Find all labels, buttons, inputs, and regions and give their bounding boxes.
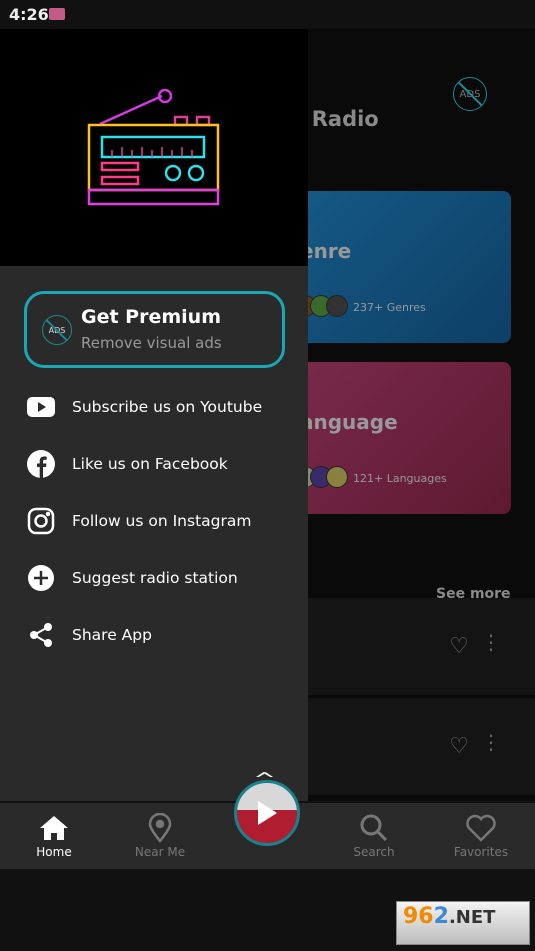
menu-item-label: Like us on Facebook [72, 455, 228, 473]
premium-title: Get Premium [81, 306, 221, 328]
home-icon [14, 811, 94, 845]
card-count: 237+ Genres [353, 301, 426, 314]
nav-label: Favorites [453, 845, 509, 859]
youtube-icon [26, 392, 56, 422]
menu-item-share-app[interactable]: Share App [26, 620, 152, 650]
location-pin-icon [120, 811, 200, 845]
nav-label: Search [353, 845, 395, 859]
nav-home[interactable]: Home [14, 811, 94, 859]
search-icon [334, 811, 414, 845]
neon-radio-logo [87, 88, 220, 206]
nav-favorites[interactable]: Favorites [441, 811, 521, 859]
more-vert-icon[interactable]: ⋮ [481, 732, 501, 752]
premium-subtitle: Remove visual ads [81, 334, 222, 352]
menu-item-youtube[interactable]: Subscribe us on Youtube [26, 392, 262, 422]
menu-item-label: Follow us on Instagram [72, 512, 252, 530]
menu-item-label: Share App [72, 626, 152, 644]
get-premium-button[interactable]: ADS Get Premium Remove visual ads [24, 291, 285, 368]
navigation-drawer: ADS Get Premium Remove visual ads Subscr… [0, 29, 308, 801]
instagram-icon [26, 506, 56, 536]
drawer-header [0, 29, 308, 266]
menu-item-instagram[interactable]: Follow us on Instagram [26, 506, 251, 536]
menu-item-facebook[interactable]: Like us on Facebook [26, 449, 228, 479]
share-icon [26, 620, 56, 650]
facebook-icon [26, 449, 56, 479]
card-count: 121+ Languages [353, 472, 447, 485]
play-icon [258, 801, 277, 825]
nav-label: Home [36, 845, 72, 859]
more-vert-icon[interactable]: ⋮ [481, 632, 501, 652]
ads-label: ADS [459, 88, 481, 100]
card-title: anguage [300, 410, 398, 434]
station-row[interactable]: ♡ ⋮ [290, 698, 535, 795]
nav-label: Near Me [134, 845, 186, 859]
station-row[interactable]: ♡ ⋮ [290, 598, 535, 695]
heart-icon[interactable]: ♡ [449, 734, 469, 759]
status-bar: 4:26 [0, 0, 535, 29]
remove-ads-icon[interactable]: ADS [453, 77, 487, 111]
heart-icon[interactable]: ♡ [449, 634, 469, 659]
radio-app-notification-icon [49, 8, 65, 20]
heart-icon [441, 811, 521, 845]
menu-item-label: Suggest radio station [72, 569, 238, 587]
nav-search[interactable]: Search [334, 811, 414, 859]
menu-item-suggest-station[interactable]: Suggest radio station [26, 563, 238, 593]
nav-near-me[interactable]: Near Me [120, 811, 200, 859]
ads-label: ADS [48, 325, 66, 335]
plus-circle-icon [26, 563, 56, 593]
now-playing-button[interactable] [234, 780, 300, 846]
no-ads-icon: ADS [42, 315, 72, 345]
watermark-logo: 962.NET [396, 901, 530, 945]
menu-item-label: Subscribe us on Youtube [72, 398, 263, 416]
genre-card[interactable]: y enre 237+ Genres [290, 191, 511, 343]
language-card[interactable]: y anguage 121+ Languages [290, 362, 511, 514]
status-time: 4:26 [9, 5, 49, 24]
